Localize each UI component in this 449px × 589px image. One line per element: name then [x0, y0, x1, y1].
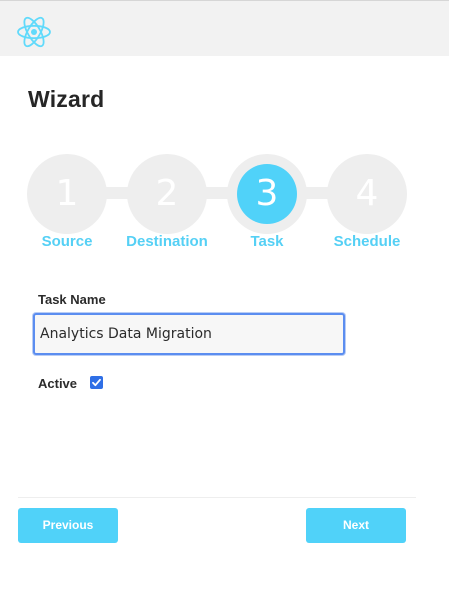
step-circle: 2	[127, 154, 207, 234]
wizard-stepper: 1 Source 2 Destination 3 Task 4 Schedule	[0, 150, 449, 260]
step-circle: 4	[327, 154, 407, 234]
active-checkbox[interactable]	[90, 376, 103, 389]
react-atom-icon[interactable]	[16, 14, 52, 50]
wizard-page: Wizard 1 Source 2 Destination 3 Task 4 S…	[0, 0, 449, 589]
top-bar	[0, 0, 449, 56]
footer-divider	[18, 497, 416, 498]
step-circle: 3	[227, 154, 307, 234]
task-name-label: Task Name	[38, 292, 106, 307]
task-name-input[interactable]	[33, 313, 345, 355]
step-task[interactable]: 3 Task	[222, 150, 312, 260]
step-schedule[interactable]: 4 Schedule	[322, 150, 412, 260]
step-number: 2	[155, 173, 179, 214]
step-circle: 1	[27, 154, 107, 234]
page-title: Wizard	[28, 86, 105, 112]
step-source[interactable]: 1 Source	[22, 150, 112, 260]
step-destination[interactable]: 2 Destination	[122, 150, 212, 260]
previous-button[interactable]: Previous	[18, 508, 118, 543]
checkmark-icon	[92, 378, 101, 387]
next-button[interactable]: Next	[306, 508, 406, 543]
step-label: Schedule	[333, 233, 401, 250]
step-number: 4	[355, 173, 379, 214]
step-number: 3	[255, 173, 279, 214]
active-label: Active	[38, 376, 78, 391]
step-number: 1	[55, 173, 79, 214]
